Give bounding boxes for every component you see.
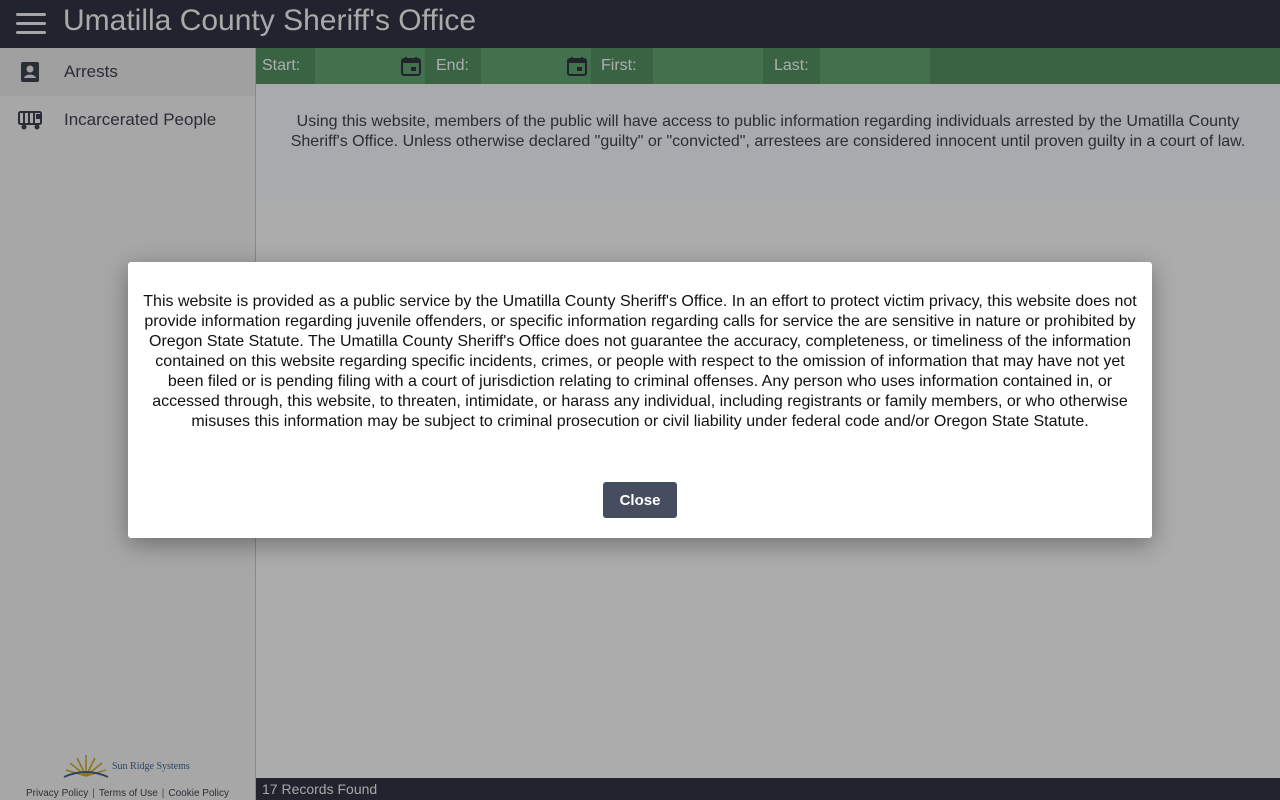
- disclaimer-text: This website is provided as a public ser…: [143, 293, 1137, 430]
- close-button[interactable]: Close: [603, 482, 677, 518]
- modal-overlay[interactable]: This website is provided as a public ser…: [0, 0, 1280, 800]
- disclaimer-modal: This website is provided as a public ser…: [128, 262, 1152, 538]
